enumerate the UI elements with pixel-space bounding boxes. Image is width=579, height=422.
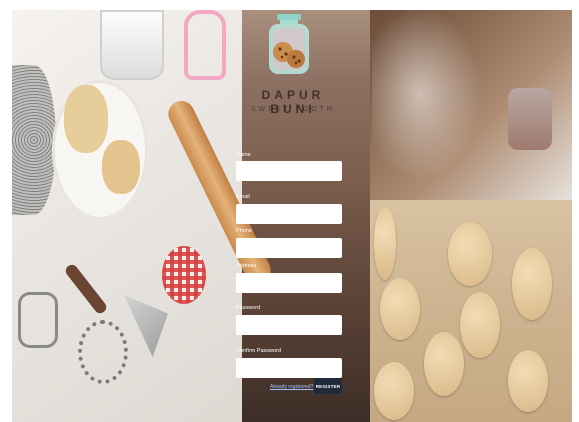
pink-cookie-cutter — [184, 10, 226, 80]
cookie-dough-shape — [460, 292, 500, 358]
confirm-password-label: Confirm Password — [236, 348, 281, 354]
cookie-dough-shape — [374, 206, 396, 280]
brand-subtitle: SWEET TOOTH — [251, 106, 335, 113]
login-link[interactable]: Already registered? — [270, 384, 313, 390]
round-cookie-cutter — [78, 320, 128, 384]
password-field[interactable] — [236, 315, 342, 335]
metal-cookie-cutter — [18, 292, 58, 348]
phone-label: Phone — [236, 228, 252, 234]
gingham-jar-lid — [162, 246, 206, 304]
cookie-dough-shape — [512, 248, 552, 320]
spice-jar — [508, 88, 552, 150]
seed-bowl — [12, 65, 56, 215]
glass-jar — [100, 10, 164, 80]
address-field[interactable] — [236, 273, 342, 293]
cookie-dough-shape — [380, 278, 420, 340]
phone-field[interactable] — [236, 238, 342, 258]
password-label: Password — [236, 305, 261, 311]
name-label: Name — [236, 152, 251, 158]
cookie-dough-shape — [374, 362, 414, 420]
confirm-password-field[interactable] — [236, 358, 342, 378]
cookie-dough-shape — [508, 350, 548, 412]
cookie-dough-shape — [448, 222, 492, 286]
cookie-jar-icon — [269, 14, 309, 74]
register-button[interactable]: REGISTER — [314, 378, 342, 394]
address-label: Address — [236, 263, 257, 269]
email-field[interactable] — [236, 204, 342, 224]
email-label: Email — [236, 194, 250, 200]
cookie-dough-shape — [424, 332, 464, 396]
dough-ball — [64, 85, 108, 153]
flour-dust — [372, 10, 492, 195]
name-field[interactable] — [236, 161, 342, 181]
dough-ball — [102, 140, 140, 194]
